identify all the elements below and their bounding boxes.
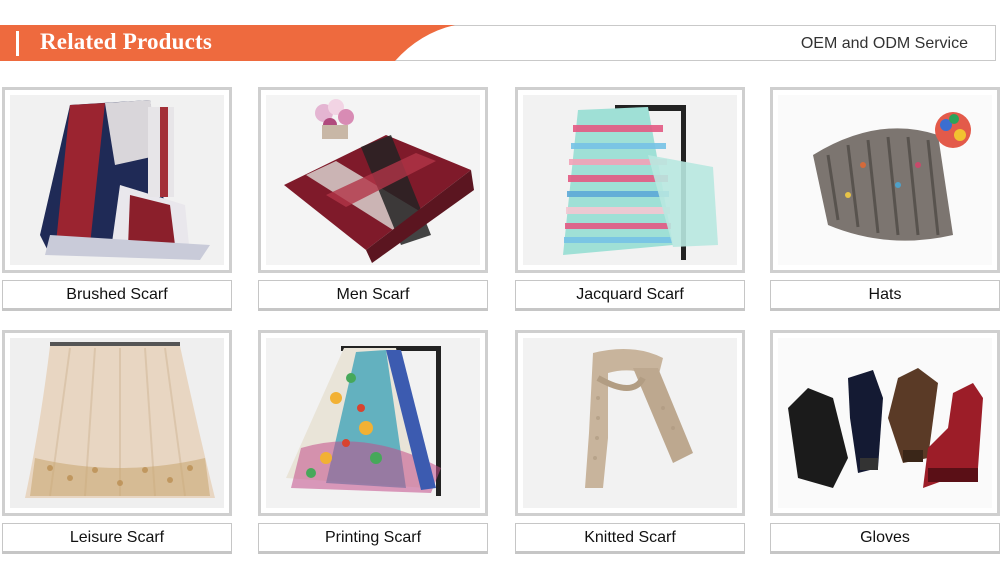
jacquard-scarf-image	[523, 95, 737, 265]
leisure-scarf-image	[10, 338, 224, 508]
knitted-scarf-image	[523, 338, 737, 508]
product-thumbnail[interactable]	[2, 87, 232, 273]
product-label[interactable]: Knitted Scarf	[515, 523, 745, 554]
men-scarf-image	[266, 95, 480, 265]
header-accent-bar	[16, 31, 19, 56]
section-title: Related Products	[40, 29, 213, 54]
product-thumbnail[interactable]	[258, 330, 488, 516]
product-label[interactable]: Printing Scarf	[258, 523, 488, 554]
product-label[interactable]: Leisure Scarf	[2, 523, 232, 554]
printing-scarf-image	[266, 338, 480, 508]
product-thumbnail[interactable]	[2, 330, 232, 516]
product-label[interactable]: Brushed Scarf	[2, 280, 232, 311]
gloves-image	[778, 338, 992, 508]
product-label[interactable]: Men Scarf	[258, 280, 488, 311]
product-thumbnail[interactable]	[770, 87, 1000, 273]
product-thumbnail[interactable]	[770, 330, 1000, 516]
product-thumbnail[interactable]	[258, 87, 488, 273]
product-label[interactable]: Gloves	[770, 523, 1000, 554]
hat-image	[778, 95, 992, 265]
brushed-scarf-image	[10, 95, 224, 265]
product-label[interactable]: Hats	[770, 280, 1000, 311]
product-label[interactable]: Jacquard Scarf	[515, 280, 745, 311]
product-thumbnail[interactable]	[515, 87, 745, 273]
oem-odm-link[interactable]: OEM and ODM Service	[801, 35, 968, 53]
product-thumbnail[interactable]	[515, 330, 745, 516]
section-header: Related Products OEM and ODM Service	[0, 25, 996, 63]
